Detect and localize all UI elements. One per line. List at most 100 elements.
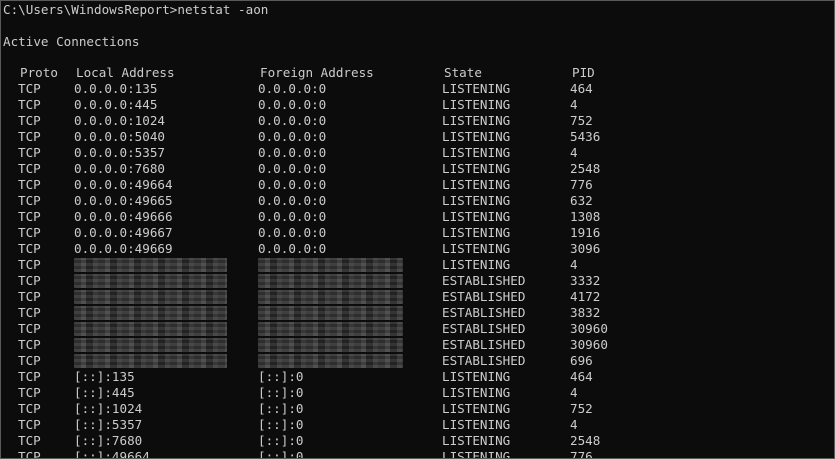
pid-cell: 4: [570, 97, 578, 112]
proto-cell: TCP: [18, 433, 41, 448]
redacted-local-address: [74, 258, 227, 272]
foreign-address-cell: [::]:0: [258, 401, 304, 416]
redacted-local-address: [74, 354, 227, 368]
table-row: TCP 0.0.0.0:445 0.0.0.0:0 LISTENING 4: [1, 97, 834, 113]
table-row: TCP 0.0.0.0:49664 0.0.0.0:0 LISTENING 776: [1, 177, 834, 193]
proto-cell: TCP: [18, 161, 41, 176]
proto-cell: TCP: [18, 225, 41, 240]
state-cell: LISTENING: [442, 177, 511, 192]
foreign-address-cell: 0.0.0.0:0: [258, 97, 327, 112]
local-address-cell: [::]:1024: [74, 401, 143, 416]
proto-cell: TCP: [18, 369, 41, 384]
state-cell: LISTENING: [442, 161, 511, 176]
proto-cell: TCP: [18, 449, 41, 459]
table-row: TCP [::]:1024 [::]:0 LISTENING 752: [1, 401, 834, 417]
foreign-address-cell: 0.0.0.0:0: [258, 193, 327, 208]
header-foreign-address: Foreign Address: [260, 65, 374, 80]
proto-cell: TCP: [18, 113, 41, 128]
state-cell: LISTENING: [442, 417, 511, 432]
redacted-local-address: [74, 322, 227, 336]
table-row: TCP [::]:445 [::]:0 LISTENING 4: [1, 385, 834, 401]
pid-cell: 776: [570, 177, 593, 192]
table-row: TCP 0.0.0.0:1024 0.0.0.0:0 LISTENING 752: [1, 113, 834, 129]
redacted-foreign-address: [258, 354, 403, 368]
local-address-cell: 0.0.0.0:49667: [74, 225, 173, 240]
state-cell: ESTABLISHED: [442, 321, 526, 336]
pid-cell: 696: [570, 353, 593, 368]
proto-cell: TCP: [18, 97, 41, 112]
foreign-address-cell: 0.0.0.0:0: [258, 129, 327, 144]
redacted-foreign-address: [258, 274, 403, 288]
pid-cell: 632: [570, 193, 593, 208]
state-cell: ESTABLISHED: [442, 305, 526, 320]
pid-cell: 4: [570, 385, 578, 400]
state-cell: ESTABLISHED: [442, 289, 526, 304]
local-address-cell: 0.0.0.0:49665: [74, 193, 173, 208]
foreign-address-cell: 0.0.0.0:0: [258, 113, 327, 128]
header-proto: Proto: [20, 65, 58, 80]
redacted-foreign-address: [258, 290, 403, 304]
redacted-foreign-address: [258, 306, 403, 320]
state-cell: LISTENING: [442, 241, 511, 256]
local-address-cell: [::]:5357: [74, 417, 143, 432]
local-address-cell: 0.0.0.0:1024: [74, 113, 165, 128]
state-cell: ESTABLISHED: [442, 353, 526, 368]
local-address-cell: 0.0.0.0:49664: [74, 177, 173, 192]
proto-cell: TCP: [18, 209, 41, 224]
table-row: TCP ESTABLISHED 4172: [1, 289, 834, 305]
pid-cell: 4: [570, 417, 578, 432]
table-row: TCP [::]:5357 [::]:0 LISTENING 4: [1, 417, 834, 433]
proto-cell: TCP: [18, 401, 41, 416]
table-row: TCP 0.0.0.0:135 0.0.0.0:0 LISTENING 464: [1, 81, 834, 97]
proto-cell: TCP: [18, 177, 41, 192]
state-cell: LISTENING: [442, 225, 511, 240]
foreign-address-cell: 0.0.0.0:0: [258, 177, 327, 192]
state-cell: LISTENING: [442, 129, 511, 144]
proto-cell: TCP: [18, 81, 41, 96]
state-cell: LISTENING: [442, 401, 511, 416]
section-title: Active Connections: [3, 34, 140, 49]
table-row: TCP 0.0.0.0:49667 0.0.0.0:0 LISTENING 1916: [1, 225, 834, 241]
connections-table: TCP 0.0.0.0:135 0.0.0.0:0 LISTENING 464 TCP 0.…: [1, 81, 834, 459]
header-pid: PID: [572, 65, 595, 80]
foreign-address-cell: [::]:0: [258, 449, 304, 459]
state-cell: LISTENING: [442, 113, 511, 128]
redacted-local-address: [74, 274, 227, 288]
proto-cell: TCP: [18, 193, 41, 208]
pid-cell: 1308: [570, 209, 601, 224]
local-address-cell: 0.0.0.0:445: [74, 97, 158, 112]
terminal-window[interactable]: C:\Users\WindowsReport>netstat -aon Acti…: [0, 0, 835, 459]
table-row: TCP ESTABLISHED 30960: [1, 337, 834, 353]
state-cell: LISTENING: [442, 97, 511, 112]
local-address-cell: 0.0.0.0:49666: [74, 209, 173, 224]
pid-cell: 464: [570, 81, 593, 96]
pid-cell: 776: [570, 449, 593, 459]
table-row: TCP 0.0.0.0:5040 0.0.0.0:0 LISTENING 5436: [1, 129, 834, 145]
table-row: TCP ESTABLISHED 696: [1, 353, 834, 369]
pid-cell: 3832: [570, 305, 601, 320]
state-cell: LISTENING: [442, 209, 511, 224]
foreign-address-cell: 0.0.0.0:0: [258, 209, 327, 224]
state-cell: LISTENING: [442, 81, 511, 96]
redacted-foreign-address: [258, 258, 403, 272]
proto-cell: TCP: [18, 241, 41, 256]
state-cell: LISTENING: [442, 449, 511, 459]
foreign-address-cell: 0.0.0.0:0: [258, 81, 327, 96]
local-address-cell: [::]:49664: [74, 449, 150, 459]
table-row: TCP 0.0.0.0:49666 0.0.0.0:0 LISTENING 1308: [1, 209, 834, 225]
pid-cell: 3096: [570, 241, 601, 256]
table-row: TCP 0.0.0.0:5357 0.0.0.0:0 LISTENING 4: [1, 145, 834, 161]
state-cell: LISTENING: [442, 433, 511, 448]
foreign-address-cell: [::]:0: [258, 385, 304, 400]
local-address-cell: 0.0.0.0:49669: [74, 241, 173, 256]
redacted-foreign-address: [258, 322, 403, 336]
pid-cell: 4: [570, 257, 578, 272]
table-row: TCP ESTABLISHED 3332: [1, 273, 834, 289]
foreign-address-cell: 0.0.0.0:0: [258, 145, 327, 160]
local-address-cell: 0.0.0.0:135: [74, 81, 158, 96]
proto-cell: TCP: [18, 337, 41, 352]
table-row: TCP [::]:135 [::]:0 LISTENING 464: [1, 369, 834, 385]
proto-cell: TCP: [18, 417, 41, 432]
state-cell: LISTENING: [442, 369, 511, 384]
foreign-address-cell: [::]:0: [258, 417, 304, 432]
